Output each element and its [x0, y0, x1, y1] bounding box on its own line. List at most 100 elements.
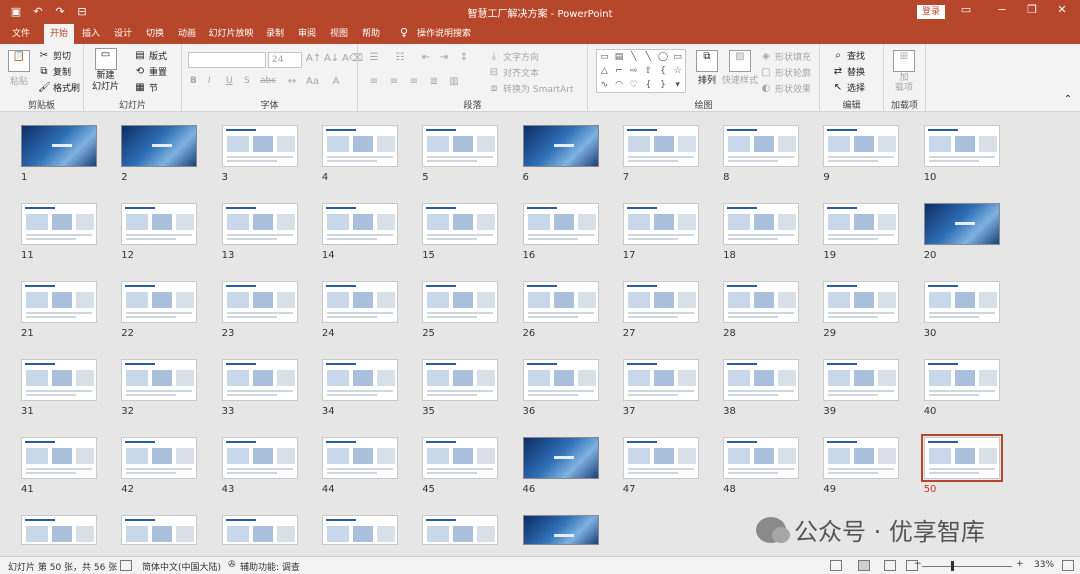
tab-transitions[interactable]: 切换 — [142, 24, 168, 44]
slide-thumbnail[interactable] — [923, 281, 1000, 323]
brace3-shape-icon[interactable]: } — [656, 78, 671, 92]
shapes-gallery[interactable]: ▭ ▤ ╲ ╲ ◯ ▭ △ ⌐ ⇨ ⇧{☆ ∿ ◠ ♡{} ▾ — [596, 49, 686, 93]
arc-shape-icon[interactable]: ◠ — [612, 78, 627, 92]
fit-to-window-icon[interactable] — [1062, 560, 1074, 571]
slide-thumbnail[interactable] — [622, 125, 699, 167]
triangle-shape-icon[interactable]: △ — [597, 64, 612, 78]
slide-thumbnail[interactable] — [723, 359, 800, 401]
textbox-shape-icon[interactable]: ▤ — [612, 50, 627, 64]
copy-button[interactable]: ⧉ 复制 — [38, 65, 71, 79]
decrease-indent-button[interactable]: ⇤ — [420, 52, 432, 64]
brace-shape-icon[interactable]: { — [656, 64, 671, 78]
slide-thumbnail[interactable] — [920, 434, 1003, 482]
tab-record[interactable]: 录制 — [262, 24, 288, 44]
replace-button[interactable]: ⇄ 替换 — [832, 65, 865, 79]
numbering-button[interactable]: ☷ — [394, 52, 406, 64]
slide-thumbnail[interactable] — [823, 281, 900, 323]
zoom-level[interactable]: 33% — [1034, 560, 1054, 570]
slide-thumbnail[interactable] — [522, 437, 599, 479]
section-button[interactable]: ▦ 节 — [134, 81, 158, 95]
rectangle-shape-icon[interactable]: ▭ — [597, 50, 612, 64]
format-painter-button[interactable]: 🖌 格式刷 — [38, 81, 80, 95]
zoom-slider-thumb[interactable] — [950, 561, 954, 571]
strikethrough-button[interactable]: abc — [260, 76, 276, 86]
slide-thumbnail[interactable] — [522, 515, 599, 545]
find-button[interactable]: ⌕ 查找 — [832, 49, 865, 63]
slide-thumbnail[interactable] — [622, 359, 699, 401]
slide-thumbnail[interactable] — [221, 281, 298, 323]
font-name-input[interactable] — [188, 52, 266, 68]
slide-thumbnail[interactable] — [321, 281, 398, 323]
slide-thumbnail[interactable] — [723, 125, 800, 167]
slide-thumbnail[interactable] — [622, 203, 699, 245]
increase-indent-button[interactable]: ⇥ — [438, 52, 450, 64]
slide-thumbnail[interactable] — [21, 515, 97, 545]
slide-thumbnail[interactable] — [221, 437, 298, 479]
close-icon[interactable]: ✕ — [1054, 3, 1070, 16]
reset-button[interactable]: ⟲ 重置 — [134, 65, 167, 79]
clear-format-button[interactable]: A⌫ — [342, 53, 363, 65]
slide-thumbnail[interactable] — [422, 125, 499, 167]
font-color-button[interactable]: A — [330, 76, 342, 88]
tab-file[interactable]: 文件 — [6, 24, 36, 44]
slide-thumbnail[interactable] — [221, 359, 298, 401]
slide-thumbnail[interactable] — [321, 125, 398, 167]
quick-styles-button[interactable]: ▨ 快速样式 — [722, 50, 758, 86]
slide-thumbnail[interactable] — [522, 125, 599, 167]
slide-thumbnail[interactable] — [923, 125, 1000, 167]
tab-review[interactable]: 审阅 — [294, 24, 320, 44]
restore-icon[interactable]: ❐ — [1024, 3, 1040, 16]
tab-slideshow[interactable]: 幻灯片放映 — [206, 24, 256, 44]
text-direction-button[interactable]: ⤓ 文字方向 — [488, 50, 539, 64]
layout-button[interactable]: ▤ 版式 — [134, 49, 167, 63]
slide-thumbnail[interactable] — [823, 437, 900, 479]
ribbon-display-icon[interactable]: ▭ — [958, 3, 974, 16]
new-slide-button[interactable]: ▭ 新建 幻灯片 — [92, 48, 119, 93]
line-shape-icon[interactable]: ╲ — [626, 50, 641, 64]
slide-thumbnail[interactable] — [422, 281, 499, 323]
heart-shape-icon[interactable]: ♡ — [626, 78, 641, 92]
login-button[interactable]: 登录 — [917, 5, 945, 19]
slide-thumbnail[interactable] — [21, 281, 97, 323]
slide-thumbnail[interactable] — [522, 203, 599, 245]
slide-thumbnail[interactable] — [422, 359, 499, 401]
increase-font-button[interactable]: A↑ — [306, 53, 321, 65]
brace2-shape-icon[interactable]: { — [641, 78, 656, 92]
oval-shape-icon[interactable]: ◯ — [656, 50, 671, 64]
shadow-button[interactable]: S — [244, 76, 250, 86]
italic-button[interactable]: I — [208, 76, 211, 86]
tab-design[interactable]: 设计 — [110, 24, 136, 44]
rect2-shape-icon[interactable]: ▭ — [670, 50, 685, 64]
add-ins-button[interactable]: ⊞ 加 载项 — [893, 50, 915, 93]
slide-thumbnail[interactable] — [221, 515, 298, 545]
tab-view[interactable]: 视图 — [326, 24, 352, 44]
align-center-button[interactable]: ≡ — [388, 76, 400, 88]
zoom-slider[interactable] — [922, 566, 1012, 567]
slide-thumbnail[interactable] — [522, 281, 599, 323]
slide-thumbnail[interactable] — [422, 437, 499, 479]
slide-thumbnail[interactable] — [923, 203, 1000, 245]
more-shape-icon[interactable]: ▾ — [670, 78, 685, 92]
select-button[interactable]: ↖ 选择 — [832, 81, 865, 95]
slide-thumbnail[interactable] — [321, 515, 398, 545]
slide-thumbnail[interactable] — [221, 125, 298, 167]
slide-thumbnail[interactable] — [21, 437, 97, 479]
slide-thumbnail[interactable] — [622, 281, 699, 323]
slide-thumbnail[interactable] — [121, 281, 198, 323]
tab-insert[interactable]: 插入 — [78, 24, 104, 44]
line-spacing-button[interactable]: ↕ — [458, 52, 470, 64]
zoom-out-button[interactable]: − — [914, 559, 922, 569]
smartart-button[interactable]: ⧈ 转换为 SmartArt — [488, 82, 574, 96]
slide-thumbnail[interactable] — [823, 359, 900, 401]
bold-button[interactable]: B — [190, 76, 197, 86]
tab-home[interactable]: 开始 — [44, 24, 74, 44]
justify-button[interactable]: ≣ — [428, 76, 440, 88]
curve-shape-icon[interactable]: ∿ — [597, 78, 612, 92]
slide-thumbnail[interactable] — [522, 359, 599, 401]
slide-thumbnail[interactable] — [723, 437, 800, 479]
slide-sorter-view-icon[interactable] — [858, 560, 870, 571]
slide-thumbnail[interactable] — [321, 437, 398, 479]
shape-fill-button[interactable]: ◈ 形状填充 — [760, 50, 811, 64]
align-left-button[interactable]: ≡ — [368, 76, 380, 88]
slide-thumbnail[interactable] — [121, 125, 198, 167]
